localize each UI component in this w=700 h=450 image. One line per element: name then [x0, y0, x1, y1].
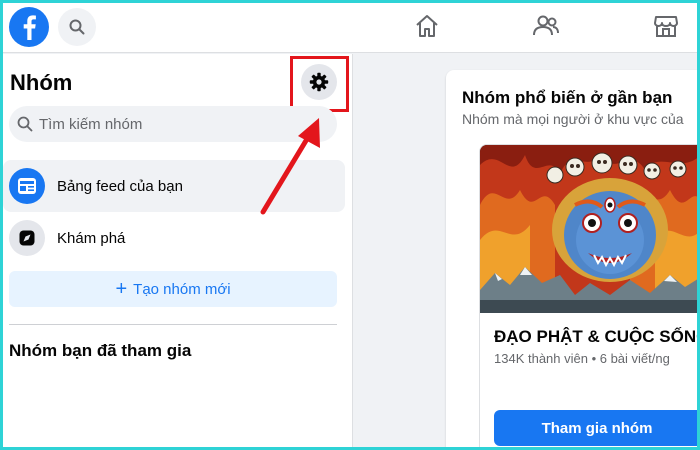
facebook-logo-icon[interactable]: [9, 7, 49, 47]
top-navigation-bar: [0, 0, 700, 53]
red-arrow-icon: [260, 118, 320, 215]
join-group-button[interactable]: Tham gia nhóm: [494, 410, 700, 446]
home-icon[interactable]: [413, 12, 441, 40]
feed-icon: [9, 168, 45, 204]
sidebar-item-label: Bảng feed của bạn: [57, 177, 183, 195]
search-icon: [17, 116, 33, 132]
plus-icon: +: [115, 278, 128, 300]
create-group-label: Tạo nhóm mới: [133, 280, 231, 298]
popular-groups-card: Nhóm phổ biến ở gần bạn Nhóm mà mọi ngườ…: [446, 70, 700, 450]
sidebar-item-label: Khám phá: [57, 229, 126, 247]
search-icon[interactable]: [58, 8, 96, 46]
compass-icon: [9, 220, 45, 256]
section-title: Nhóm phổ biến ở gần bạn: [462, 88, 673, 107]
joined-groups-heading: Nhóm bạn đã tham gia: [9, 341, 192, 360]
divider: [9, 324, 337, 325]
group-name[interactable]: ĐẠO PHẬT & CUỘC SỐNG: [494, 327, 700, 347]
group-stats: 134K thành viên • 6 bài viết/ng: [494, 351, 670, 366]
section-subtitle: Nhóm mà mọi người ở khu vực của: [462, 111, 684, 127]
marketplace-icon[interactable]: [652, 12, 680, 40]
friends-icon[interactable]: [532, 12, 560, 40]
group-cover-image[interactable]: [480, 145, 700, 313]
page-title: Nhóm: [10, 70, 73, 95]
group-card[interactable]: ĐẠO PHẬT & CUỘC SỐNG 134K thành viên • 6…: [479, 144, 700, 450]
highlight-box: [290, 56, 349, 112]
create-group-button[interactable]: + Tạo nhóm mới: [9, 271, 337, 307]
